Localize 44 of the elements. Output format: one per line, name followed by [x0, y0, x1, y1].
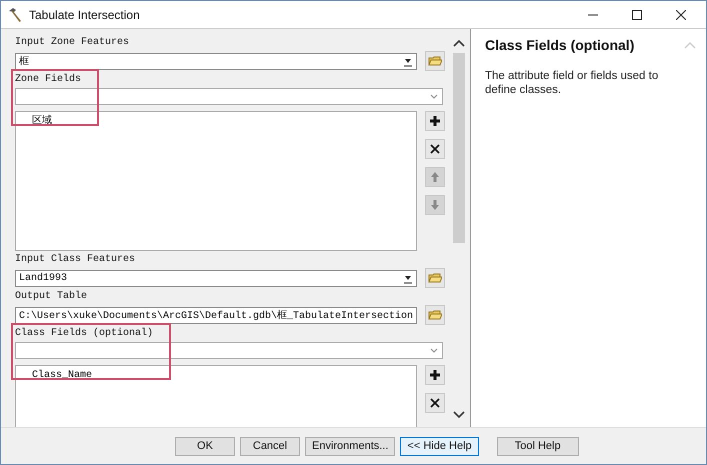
cross-icon [430, 398, 440, 408]
folder-icon [428, 272, 442, 284]
add-button[interactable] [425, 365, 445, 385]
dropdown-field[interactable] [15, 88, 443, 105]
folder-icon [428, 55, 442, 67]
chevron-down-icon [429, 92, 439, 100]
remove-button[interactable] [425, 393, 445, 413]
dialog-button[interactable]: Cancel [240, 436, 300, 456]
dialog-button[interactable]: OK [175, 436, 235, 456]
help-text: The attribute field or fields used to define classes. [485, 69, 660, 97]
list-item[interactable]: 区域 [32, 115, 416, 129]
cross-icon [430, 144, 440, 154]
field-label: Input Zone Features [15, 37, 130, 49]
plus-icon [429, 369, 441, 381]
dialog-button[interactable]: Environments... [305, 436, 396, 456]
folder-icon [428, 309, 442, 321]
arrow-up-icon [430, 171, 440, 183]
chevron-up-icon [453, 39, 465, 47]
help-title: Class Fields (optional) [485, 37, 634, 53]
maximize-icon[interactable] [632, 10, 642, 20]
add-button[interactable] [425, 111, 445, 131]
window-title: Tabulate Intersection [29, 8, 140, 22]
chevron-up-icon [684, 41, 696, 49]
dialog-button[interactable]: Tool Help [496, 436, 579, 456]
field-label: Zone Fields [15, 74, 82, 86]
chevron-down-icon [429, 346, 439, 354]
dropdown-field[interactable] [15, 342, 443, 359]
browse-button[interactable] [425, 51, 445, 71]
browse-button[interactable] [425, 268, 445, 288]
plus-icon [429, 115, 441, 127]
dialog-button[interactable]: << Hide Help [400, 436, 479, 456]
chevron-down-icon [453, 411, 465, 419]
close-icon[interactable] [676, 10, 686, 20]
hammer-icon [7, 6, 23, 22]
field-label: Input Class Features [15, 254, 136, 266]
field-label: Class Fields (optional) [15, 328, 154, 340]
input-field[interactable]: C:\Users\xuke\Documents\ArcGIS\Default.gdb\框_TabulateIntersection [15, 306, 417, 324]
browse-button[interactable] [425, 305, 445, 325]
remove-button[interactable] [425, 139, 445, 159]
arrow-down-icon [430, 199, 440, 211]
field-label: Output Table [15, 291, 88, 303]
dropdown-field[interactable]: 框 [15, 52, 417, 70]
dropdown-field[interactable]: Land1993 [15, 270, 417, 286]
list-item[interactable]: Class_Name [32, 369, 416, 383]
